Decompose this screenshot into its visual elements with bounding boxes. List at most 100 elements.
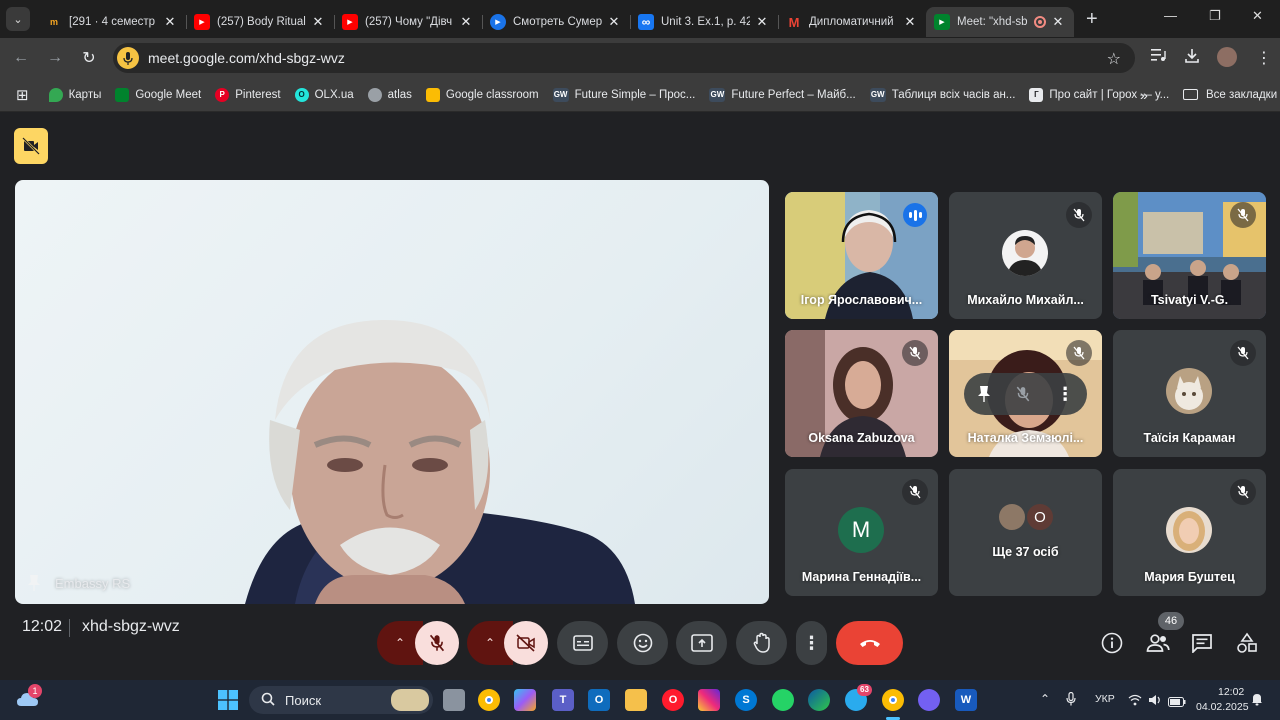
others-tile[interactable]: O Ще 37 осіб xyxy=(949,469,1102,596)
present-screen-button[interactable] xyxy=(676,621,727,665)
taskbar-date[interactable]: 04.02.2025 xyxy=(1196,701,1249,713)
forward-arrow-icon[interactable]: → xyxy=(38,49,72,67)
file-explorer-icon[interactable] xyxy=(625,689,647,711)
raise-hand-button[interactable] xyxy=(736,621,787,665)
bookmark-item[interactable]: atlas xyxy=(367,87,412,102)
whatsapp-icon[interactable] xyxy=(772,689,794,711)
close-tab-icon[interactable]: ✕ xyxy=(754,14,770,30)
participant-tile[interactable]: Таїсія Караман xyxy=(1113,330,1266,457)
browser-tab[interactable]: M Дипломатичний ✕ xyxy=(778,7,926,37)
bookmark-item[interactable]: Карты xyxy=(48,87,101,102)
bookmark-item[interactable]: O OLX.ua xyxy=(294,87,354,102)
browser-tab[interactable]: ∞ Unit 3. Ex.1, p. 42 ✕ xyxy=(630,7,778,37)
skype-icon[interactable]: S xyxy=(735,689,757,711)
profile-avatar[interactable] xyxy=(1217,47,1237,67)
camera-toggle-button[interactable] xyxy=(504,621,548,665)
volume-icon[interactable] xyxy=(1148,693,1162,711)
participant-tile[interactable]: Мария Буштец xyxy=(1113,469,1266,596)
copilot-icon[interactable] xyxy=(514,689,536,711)
download-icon[interactable] xyxy=(1184,48,1200,69)
media-control-icon[interactable] xyxy=(1151,48,1167,67)
more-options-button[interactable]: ⋮ xyxy=(796,621,827,665)
video-off-indicator[interactable] xyxy=(14,128,48,164)
weather-widget[interactable]: 1 xyxy=(16,684,42,710)
close-window-icon[interactable]: ✕ xyxy=(1252,8,1263,24)
viber-icon[interactable] xyxy=(918,689,940,711)
participant-tile[interactable]: Tsivatyi V.-G. xyxy=(1113,192,1266,319)
bookmark-item[interactable]: Google Meet xyxy=(115,87,201,102)
more-vert-icon[interactable]: ⋮ xyxy=(1056,384,1074,405)
new-tab-button[interactable]: + xyxy=(1086,8,1098,31)
restore-icon[interactable]: ❐ xyxy=(1209,8,1221,24)
browser-tab[interactable]: ▶ Смотреть Сумерк ✕ xyxy=(482,7,630,37)
reload-icon[interactable]: ↻ xyxy=(72,48,106,68)
word-icon[interactable]: W xyxy=(955,689,977,711)
opera-icon[interactable]: O xyxy=(662,689,684,711)
reactions-button[interactable] xyxy=(617,621,668,665)
bookmark-item[interactable]: Г Про сайт | Горох — у... xyxy=(1029,87,1169,102)
battery-icon[interactable] xyxy=(1168,694,1186,712)
close-tab-icon[interactable]: ✕ xyxy=(902,14,918,30)
browser-tab-active[interactable]: ▶ Meet: "xhd-sb ✕ xyxy=(926,7,1074,37)
telegram-icon[interactable]: 63 xyxy=(845,684,872,711)
windows-start-icon[interactable] xyxy=(217,689,239,711)
people-button[interactable] xyxy=(1145,630,1171,656)
participant-tile[interactable]: ⋮ Наталка Земзюлі... xyxy=(949,330,1102,457)
bookmark-star-icon[interactable]: ☆ xyxy=(1107,49,1121,69)
bookmark-item[interactable]: Google classroom xyxy=(425,87,539,102)
participant-tile[interactable]: M Марина Геннадіїв... xyxy=(785,469,938,596)
edge-icon[interactable] xyxy=(808,689,830,711)
teams-icon[interactable]: T xyxy=(552,689,574,711)
participant-tile[interactable]: Oksana Zabuzova xyxy=(785,330,938,457)
main-video-tile[interactable]: Embassy RS xyxy=(15,180,769,604)
participant-tile[interactable]: Михайло Михайл... xyxy=(949,192,1102,319)
microphone-toggle-button[interactable] xyxy=(415,621,459,665)
mic-off-icon[interactable] xyxy=(1016,386,1030,402)
close-tab-icon[interactable]: ✕ xyxy=(1050,14,1066,30)
hand-icon xyxy=(753,632,770,653)
close-tab-icon[interactable]: ✕ xyxy=(606,14,622,30)
instagram-icon[interactable] xyxy=(698,689,720,711)
pin-icon[interactable] xyxy=(977,385,991,403)
chrome-icon[interactable] xyxy=(478,689,500,711)
search-icon xyxy=(261,692,275,709)
wifi-icon[interactable] xyxy=(1128,693,1142,711)
browser-tab[interactable]: ▶ (257) Body Rituals ✕ xyxy=(186,7,334,37)
people-icon xyxy=(1146,634,1170,652)
meeting-details-button[interactable] xyxy=(1099,630,1125,656)
notification-bell-icon[interactable] xyxy=(1251,692,1263,711)
taskbar-search[interactable]: Поиск xyxy=(249,686,433,714)
microphone-site-icon[interactable] xyxy=(117,47,139,69)
bookmarks-overflow-button[interactable]: » xyxy=(1140,87,1148,103)
leave-call-button[interactable] xyxy=(836,621,903,665)
apps-grid-icon[interactable]: ⊞ xyxy=(16,86,29,104)
chrome-active-icon[interactable] xyxy=(882,689,904,711)
task-view-icon[interactable] xyxy=(443,689,465,711)
bookmark-item[interactable]: GW Таблиця всіх часів ан... xyxy=(869,87,1015,102)
youtube-favicon-icon: ▶ xyxy=(194,14,210,30)
minimize-icon[interactable]: — xyxy=(1164,8,1177,23)
close-tab-icon[interactable]: ✕ xyxy=(162,14,178,30)
captions-button[interactable] xyxy=(557,621,608,665)
input-language[interactable]: УКР xyxy=(1095,693,1115,705)
participant-tile[interactable]: Ігор Ярославович... xyxy=(785,192,938,319)
bookmark-item[interactable]: P Pinterest xyxy=(215,87,281,102)
outlook-icon[interactable]: O xyxy=(588,689,610,711)
tray-overflow-icon[interactable]: ⌃ xyxy=(1040,692,1050,706)
microphone-tray-icon[interactable] xyxy=(1066,691,1076,711)
all-bookmarks-button[interactable]: Все закладки xyxy=(1183,89,1277,101)
bookmark-item[interactable]: GW Future Simple – Прос... xyxy=(552,87,695,102)
chat-button[interactable] xyxy=(1189,630,1215,656)
close-tab-icon[interactable]: ✕ xyxy=(310,14,326,30)
browser-tab[interactable]: m [291 · 4 семестр 2 ✕ xyxy=(38,7,186,37)
more-vert-icon[interactable]: ⋮ xyxy=(1256,48,1272,68)
tab-search-button[interactable]: ⌄ xyxy=(6,7,30,31)
taskbar-time[interactable]: 12:02 xyxy=(1218,686,1244,698)
back-arrow-icon[interactable]: ← xyxy=(4,49,38,67)
pin-icon[interactable] xyxy=(27,574,41,592)
browser-tab[interactable]: ▶ (257) Чому "Дівч ✕ xyxy=(334,7,482,37)
close-tab-icon[interactable]: ✕ xyxy=(458,14,474,30)
activities-button[interactable] xyxy=(1234,630,1260,656)
address-bar[interactable]: meet.google.com/xhd-sbgz-wvz ☆ xyxy=(113,43,1135,73)
bookmark-item[interactable]: GW Future Perfect – Майб... xyxy=(709,87,856,102)
